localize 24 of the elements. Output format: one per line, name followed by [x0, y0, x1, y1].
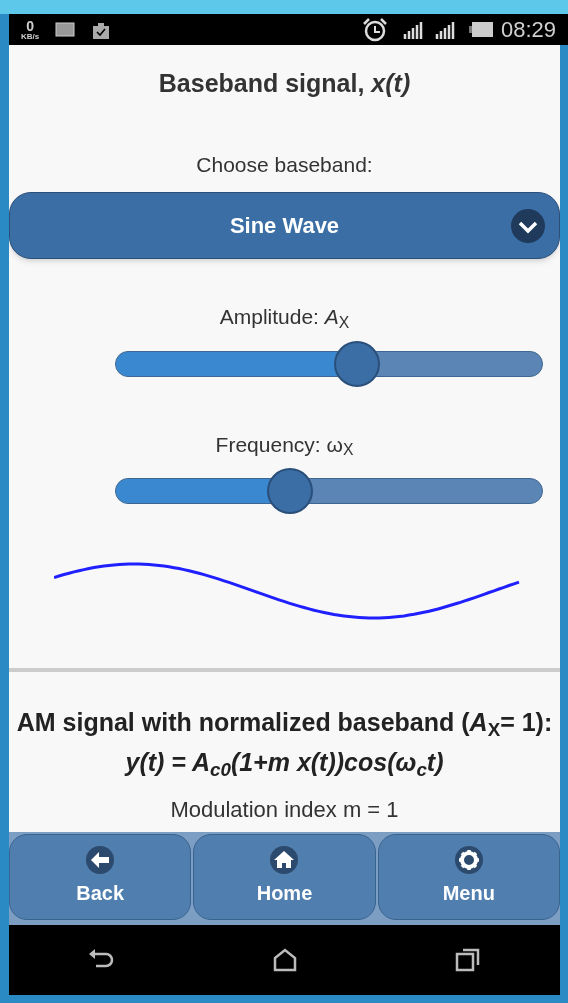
slider-label: Amplitude: A$_{X}$ — [218, 304, 351, 333]
network-speed: 0 — [26, 18, 34, 33]
am-signal-formula: y(t) = A$_{c0}$(1+m x(t))cos(ω$_{c}$t) — [123, 747, 445, 782]
nav-button[interactable]: Back — [9, 834, 192, 920]
baseband-dropdown[interactable]: Sine Wave — [9, 192, 560, 259]
slider-label: Frequency: ω$_{X}$ — [214, 431, 355, 460]
nav-button[interactable]: Menu — [377, 834, 560, 920]
network-speed-unit: KB/s — [21, 32, 40, 41]
slider-thumb[interactable] — [267, 468, 314, 514]
modulation-index-label: Modulation index m = 1 — [170, 796, 399, 824]
nav-button[interactable]: Home — [193, 834, 376, 920]
recent-apps-icon[interactable] — [455, 947, 482, 973]
home-icon[interactable] — [273, 948, 298, 972]
image-icon — [55, 22, 76, 37]
clock-time: 08:29 — [500, 16, 556, 44]
battery-icon — [468, 22, 493, 37]
slider[interactable] — [115, 340, 543, 387]
chevron-down-icon — [511, 208, 545, 243]
am-signal-heading: AM signal with normalized baseband (A$_{X}$= 1): — [15, 707, 554, 742]
slider[interactable] — [115, 468, 543, 514]
baseband-label: Choose baseband: — [195, 151, 374, 178]
page-title: Baseband signal, x(t) — [157, 68, 412, 99]
home-icon — [270, 846, 299, 874]
gear-icon — [454, 846, 483, 874]
